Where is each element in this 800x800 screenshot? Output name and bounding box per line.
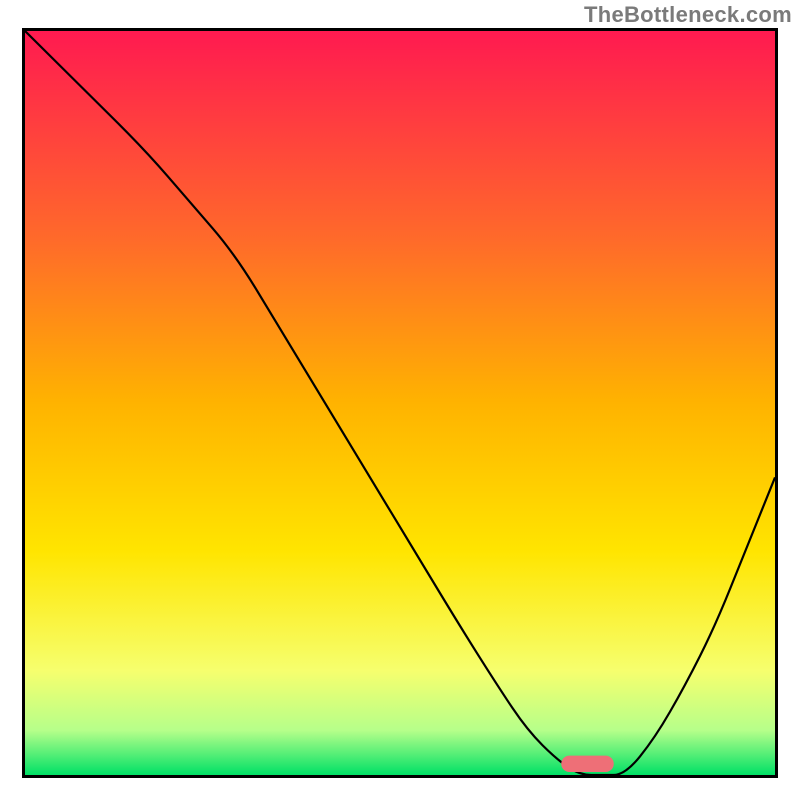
bottleneck-chart [25, 31, 775, 775]
optimal-marker-pill [561, 756, 614, 772]
watermark-text: TheBottleneck.com [584, 2, 792, 28]
chart-frame [22, 28, 778, 778]
